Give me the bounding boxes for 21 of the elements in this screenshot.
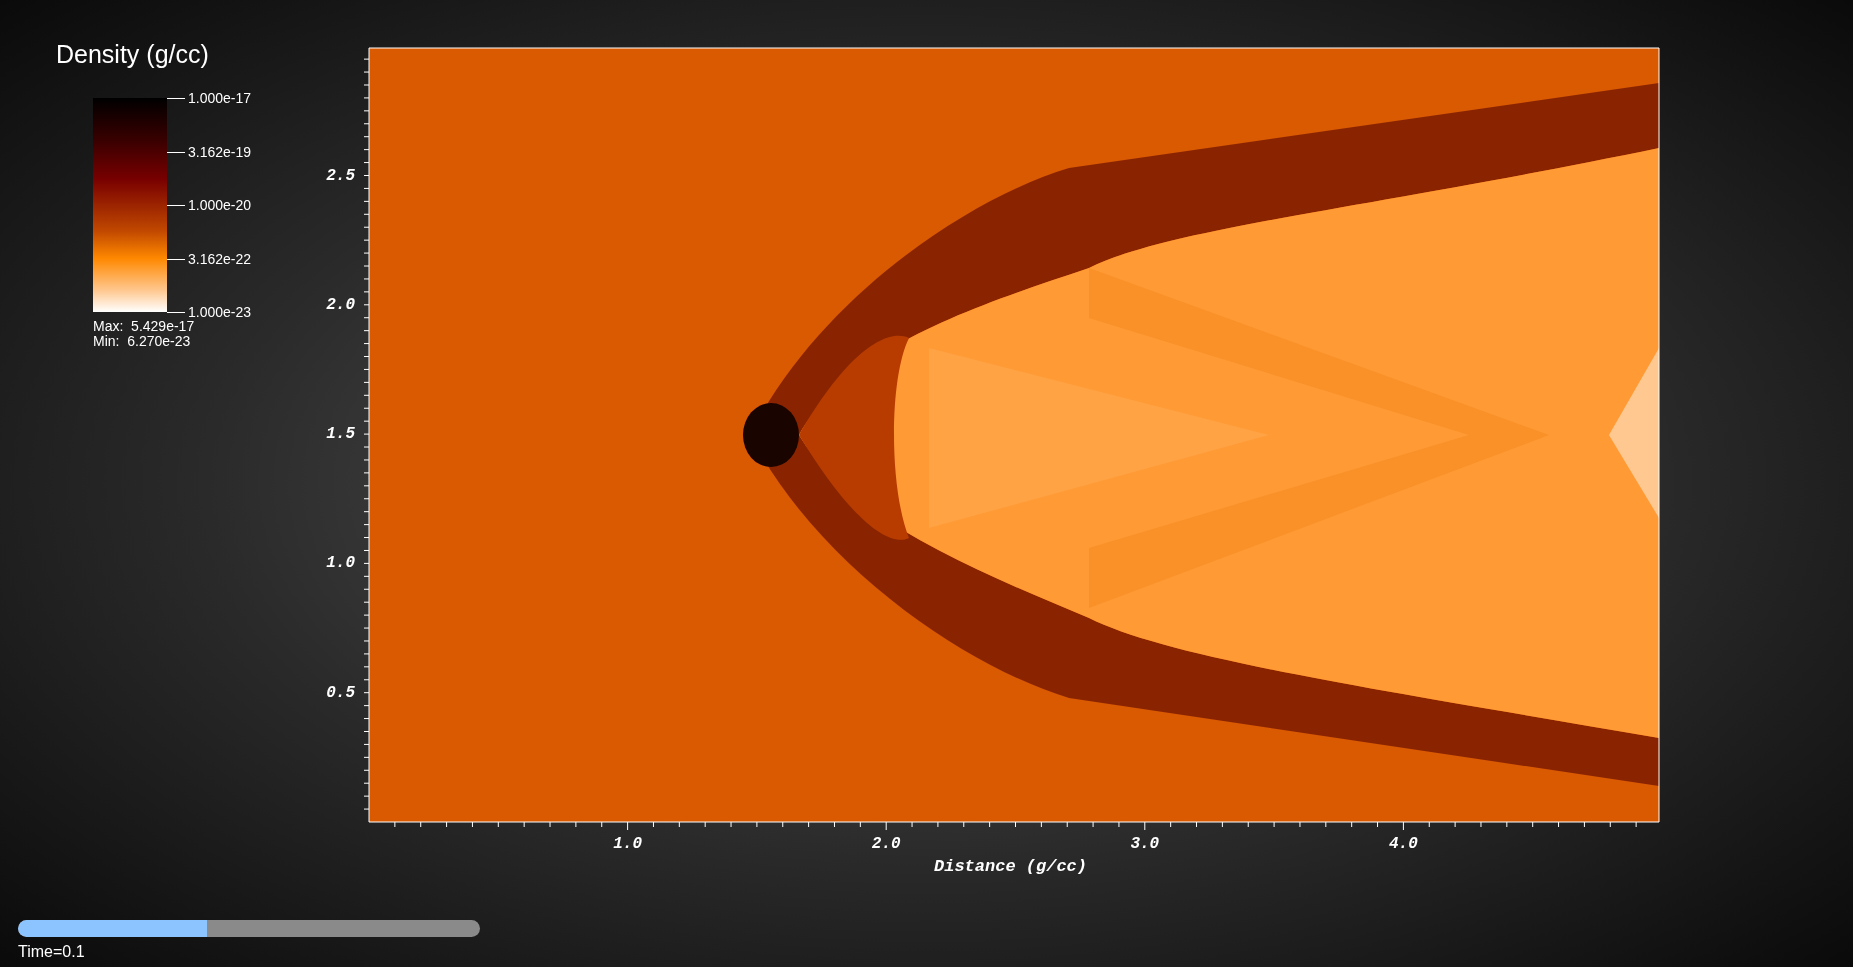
- dense-core-region: [743, 403, 799, 467]
- legend-max: Max: 5.429e-17: [93, 319, 195, 334]
- y-tick-label: 1.5: [325, 425, 355, 444]
- x-tick-label: 2.0: [870, 834, 902, 855]
- time-slider[interactable]: [18, 920, 480, 937]
- legend-title: Density (g/cc): [56, 39, 209, 70]
- y-tick-label: 2.5: [325, 166, 355, 185]
- x-axis-title: Distance (g/cc): [934, 856, 1088, 878]
- legend-tick-label: 1.000e-17: [188, 90, 252, 106]
- legend-tick-label: 1.000e-23: [188, 304, 252, 320]
- time-label: Time=0.1: [18, 942, 85, 962]
- legend-tick-label: 3.162e-22: [188, 250, 252, 267]
- x-tick-label: 3.0: [1129, 834, 1161, 855]
- legend-min: Min: 6.270e-23: [93, 334, 191, 349]
- y-tick-label: 0.5: [325, 683, 355, 702]
- legend-tick-label: 1.000e-20: [188, 197, 252, 213]
- legend-tick-label: 3.162e-19: [188, 143, 252, 160]
- x-tick-label: 1.0: [612, 834, 643, 855]
- x-tick-label: 4.0: [1388, 834, 1419, 855]
- y-tick-label: 2.0: [325, 295, 355, 314]
- y-tick-label: 1.0: [325, 554, 355, 573]
